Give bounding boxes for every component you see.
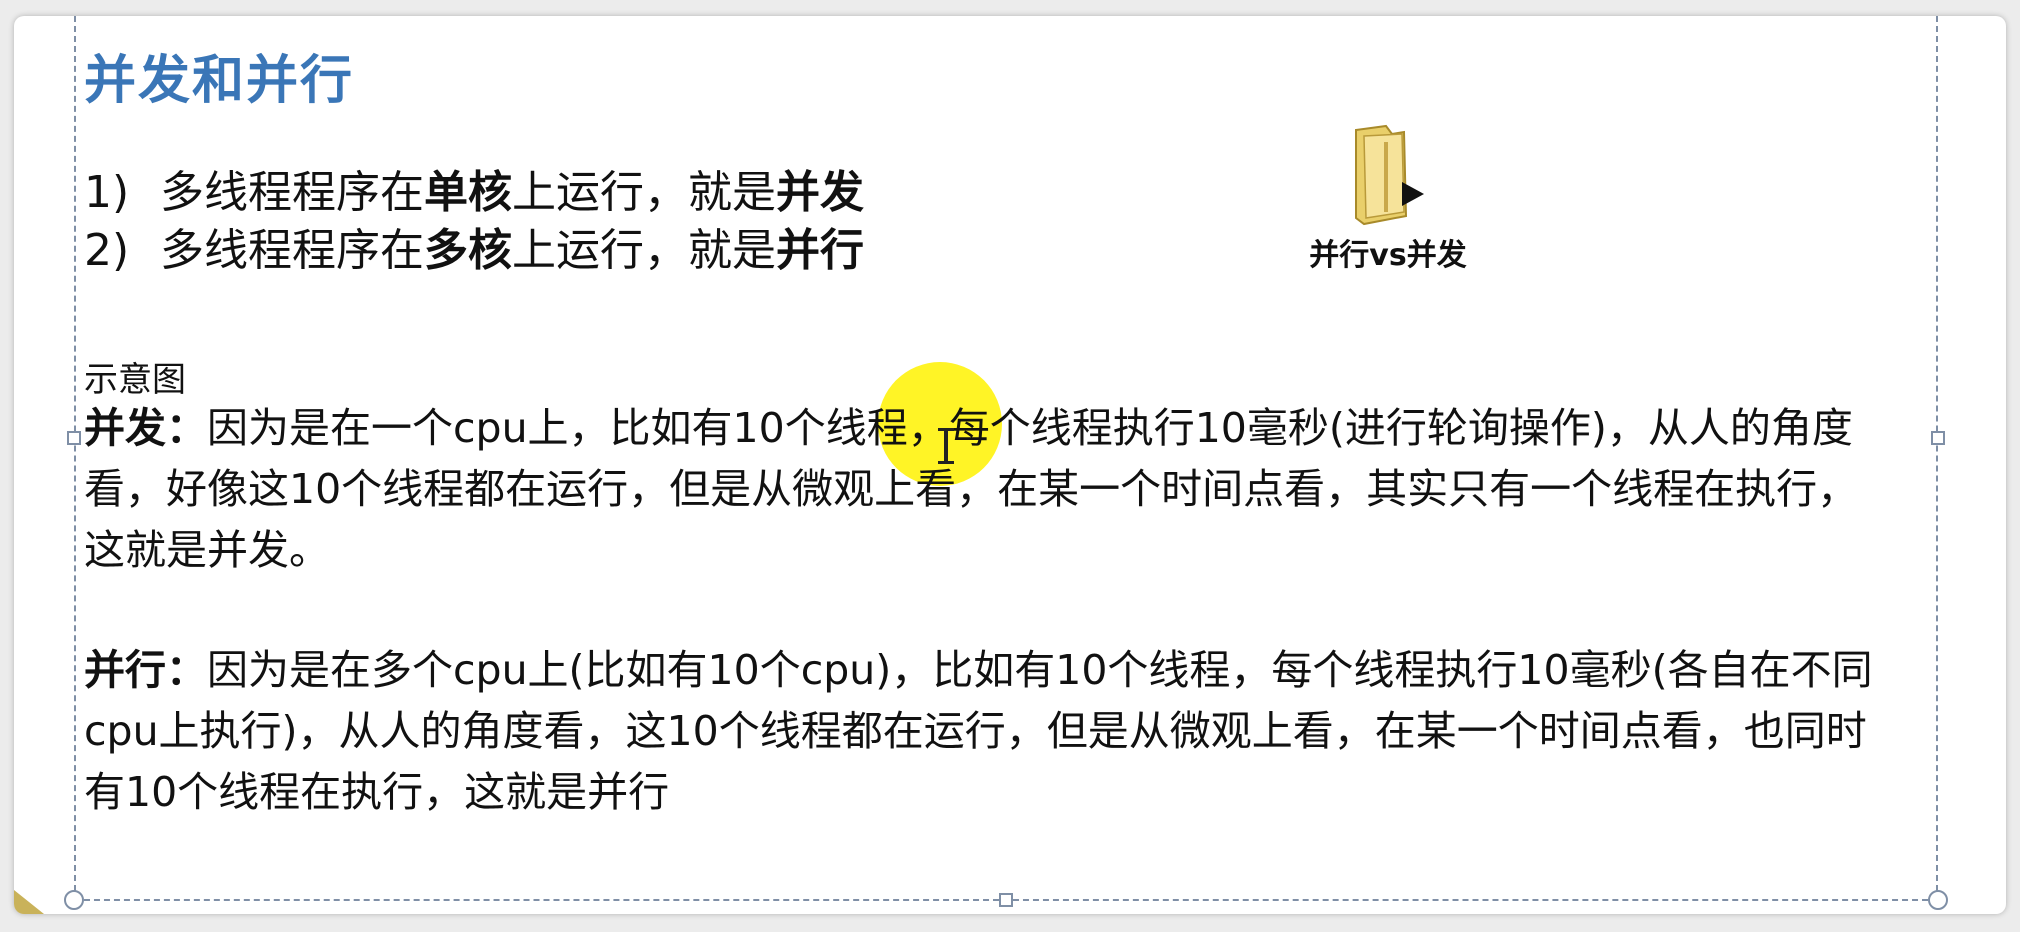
list-number: 1) bbox=[84, 167, 130, 218]
concurrency-body: 因为是在一个cpu上，比如有10个线程，每个线程执行10毫秒(进行轮询操作)，从… bbox=[84, 404, 1859, 574]
list-text: 上运行，就是 bbox=[512, 167, 776, 218]
resize-handle-bottom-right[interactable] bbox=[1928, 890, 1948, 910]
list-text: 上运行，就是 bbox=[512, 225, 776, 276]
list-text: 多线程程序在 bbox=[160, 167, 424, 218]
resize-handle-bottom-left[interactable] bbox=[64, 890, 84, 910]
list-bold: 并行 bbox=[776, 225, 864, 276]
list-text: 多线程程序在 bbox=[160, 225, 424, 276]
concurrency-paragraph: 并发：因为是在一个cpu上，比如有10个线程，每个线程执行10毫秒(进行轮询操作… bbox=[84, 398, 1884, 581]
bullet-list: 1) 多线程程序在单核上运行，就是并发 2) 多线程程序在多核上运行，就是并行 bbox=[84, 164, 864, 280]
corner-decoration bbox=[14, 890, 44, 914]
file-label: 并行vs并发 bbox=[1309, 238, 1467, 273]
diagram-caption: 示意图 bbox=[84, 360, 186, 400]
parallelism-body: 因为是在多个cpu上(比如有10个cpu)，比如有10个线程，每个线程执行10毫… bbox=[84, 646, 1873, 816]
slide-frame: 并发和并行 1) 多线程程序在单核上运行，就是并发 2) 多线程程序在多核上运行，就… bbox=[14, 16, 2006, 914]
list-bold: 多核 bbox=[424, 225, 512, 276]
resize-handle-bottom[interactable] bbox=[999, 893, 1013, 907]
resize-handle-right[interactable] bbox=[1931, 431, 1945, 445]
list-item: 2) 多线程程序在多核上运行，就是并行 bbox=[84, 222, 864, 280]
slide-title: 并发和并行 bbox=[84, 51, 355, 111]
text-cursor-icon bbox=[938, 428, 954, 464]
list-bold: 并发 bbox=[776, 167, 864, 218]
parallelism-paragraph: 并行：因为是在多个cpu上(比如有10个cpu)，比如有10个线程，每个线程执行… bbox=[84, 640, 1884, 823]
concurrency-heading: 并发： bbox=[84, 404, 207, 452]
list-bold: 单核 bbox=[424, 167, 512, 218]
list-item: 1) 多线程程序在单核上运行，就是并发 bbox=[84, 164, 864, 222]
resize-handle-left[interactable] bbox=[67, 431, 81, 445]
folder-file-icon[interactable] bbox=[1334, 120, 1444, 230]
list-number: 2) bbox=[84, 225, 130, 276]
parallelism-heading: 并行： bbox=[84, 646, 207, 694]
